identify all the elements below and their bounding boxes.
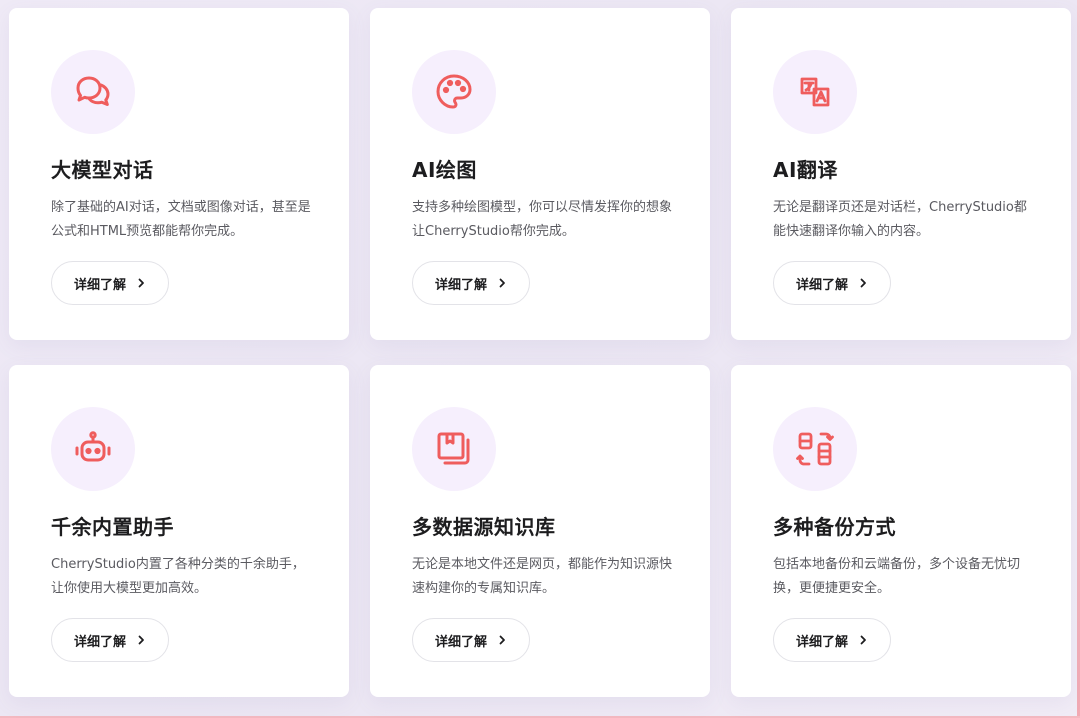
card-title: 千余内置助手	[51, 515, 174, 539]
learn-more-button[interactable]: 详细了解	[773, 618, 891, 662]
learn-more-button[interactable]: 详细了解	[412, 261, 530, 305]
book-stack-icon	[412, 407, 496, 491]
learn-more-label: 详细了解	[795, 634, 848, 650]
feature-grid: 大模型对话 除了基础的AI对话，文档或图像对话，甚至是公式和HTML预览都能帮你…	[9, 8, 1071, 697]
learn-more-button[interactable]: 详细了解	[412, 618, 530, 662]
chevron-right-icon	[860, 635, 866, 645]
learn-more-label: 详细了解	[73, 277, 126, 293]
learn-more-label: 详细了解	[795, 277, 848, 293]
robot-icon	[51, 407, 135, 491]
card-description: CherryStudio内置了各种分类的千余助手，让你使用大模型更加高效。	[51, 557, 305, 596]
chevron-right-icon	[138, 635, 144, 645]
feature-card-chat: 大模型对话 除了基础的AI对话，文档或图像对话，甚至是公式和HTML预览都能帮你…	[9, 8, 349, 340]
card-description: 无论是本地文件还是网页，都能作为知识源快速构建你的专属知识库。	[412, 557, 673, 596]
card-title: 多数据源知识库	[412, 515, 556, 539]
translate-icon	[773, 50, 857, 134]
learn-more-label: 详细了解	[434, 634, 487, 650]
palette-icon	[412, 50, 496, 134]
card-description: 除了基础的AI对话，文档或图像对话，甚至是公式和HTML预览都能帮你完成。	[51, 200, 311, 239]
card-title: AI绘图	[412, 158, 477, 182]
learn-more-button[interactable]: 详细了解	[51, 618, 169, 662]
feature-card-assistants: 千余内置助手 CherryStudio内置了各种分类的千余助手，让你使用大模型更…	[9, 365, 349, 697]
chevron-right-icon	[499, 278, 505, 288]
chevron-right-icon	[138, 278, 144, 288]
chat-bubbles-icon	[51, 50, 135, 134]
backup-sync-icon	[773, 407, 857, 491]
card-title: AI翻译	[773, 158, 838, 182]
feature-card-drawing: AI绘图 支持多种绘图模型，你可以尽情发挥你的想象让CherryStudio帮你…	[370, 8, 710, 340]
learn-more-button[interactable]: 详细了解	[773, 261, 891, 305]
card-title: 大模型对话	[51, 158, 154, 182]
card-description: 支持多种绘图模型，你可以尽情发挥你的想象让CherryStudio帮你完成。	[412, 200, 673, 239]
card-title: 多种备份方式	[773, 515, 896, 539]
learn-more-label: 详细了解	[434, 277, 487, 293]
feature-card-translate: AI翻译 无论是翻译页还是对话栏，CherryStudio都能快速翻译你输入的内…	[731, 8, 1071, 340]
chevron-right-icon	[499, 635, 505, 645]
learn-more-button[interactable]: 详细了解	[51, 261, 169, 305]
card-description: 无论是翻译页还是对话栏，CherryStudio都能快速翻译你输入的内容。	[773, 200, 1027, 239]
feature-card-knowledge-base: 多数据源知识库 无论是本地文件还是网页，都能作为知识源快速构建你的专属知识库。 …	[370, 365, 710, 697]
learn-more-label: 详细了解	[73, 634, 126, 650]
feature-card-backup: 多种备份方式 包括本地备份和云端备份，多个设备无忧切换，更便捷更安全。 详细了解	[731, 365, 1071, 697]
chevron-right-icon	[860, 278, 866, 288]
card-description: 包括本地备份和云端备份，多个设备无忧切换，更便捷更安全。	[773, 557, 1021, 596]
